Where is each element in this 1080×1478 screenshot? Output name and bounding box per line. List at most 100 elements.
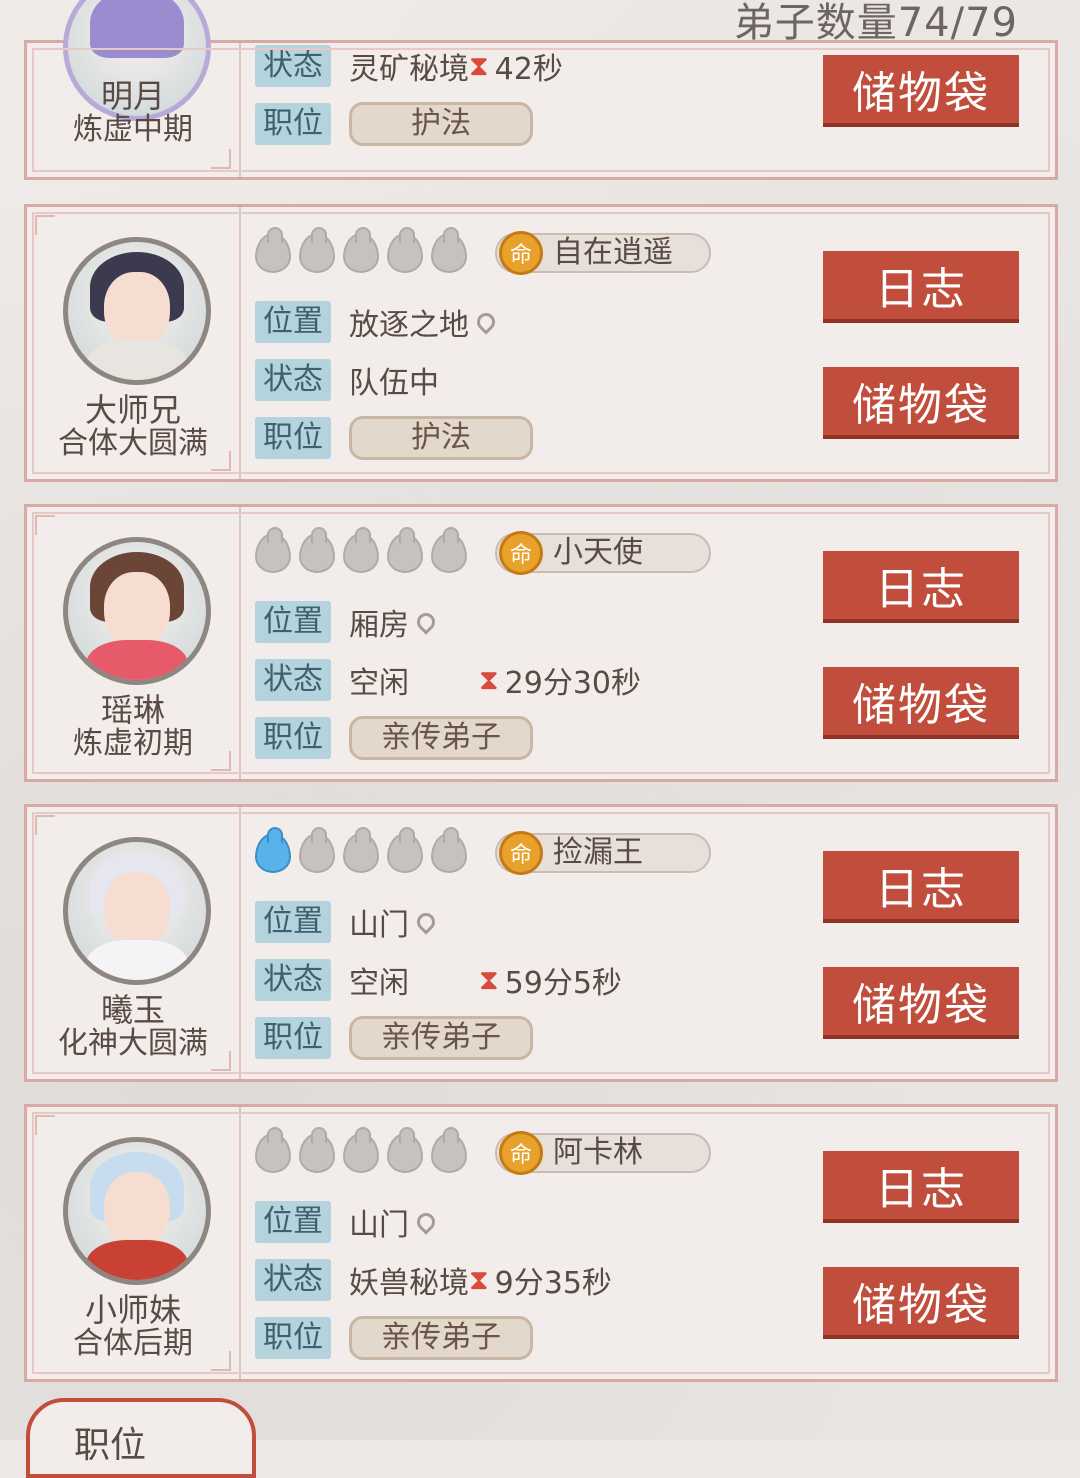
status-tag: 状态 [255,959,331,1001]
status-timer: 9分35秒 [494,1266,612,1301]
disciple-card[interactable]: 瑶琳 炼虚初期 命 小天使 位置 厢房 状态 空闲 ⧗ 29分30秒 职位 亲传… [24,504,1058,782]
spirit-orb-icon [299,1127,335,1173]
location-value[interactable]: 山门 [349,900,439,944]
spirit-orb-icon [343,227,379,273]
disciple-name: 瑶琳 [100,691,165,729]
avatar[interactable] [63,1137,211,1285]
status-row: 状态 灵矿秘境 ⧗ 42秒 [255,43,563,89]
disciple-portrait-panel: 明月 炼虚中期 [27,0,241,177]
status-value: 妖兽秘境 ⧗ 9分35秒 [349,1258,612,1302]
role-tag: 职位 [255,717,331,759]
disciple-name: 小师妹 [84,1291,181,1329]
status-tag: 状态 [255,659,331,701]
spirit-orbs [255,1127,467,1173]
avatar-face [104,572,170,648]
fate-icon: 命 [499,531,543,575]
role-row: 职位 亲传弟子 [255,1015,533,1061]
log-button[interactable]: 日志 [823,1151,1019,1223]
status-text: 灵矿秘境 [349,52,469,87]
fate-trait-badge[interactable]: 命 自在逍遥 [495,231,711,275]
role-row: 职位 护法 [255,415,533,461]
disciple-name: 大师兄 [84,391,181,429]
disciple-realm: 合体大圆满 [58,426,208,461]
spirit-orbs [255,227,467,273]
role-button[interactable]: 护法 [349,102,533,146]
role-button[interactable]: 护法 [349,416,533,460]
location-pin-icon [413,609,439,635]
role-tag: 职位 [255,1317,331,1359]
avatar-hair [90,0,184,58]
avatar-robe [86,340,188,380]
role-button[interactable]: 亲传弟子 [349,1016,533,1060]
location-value[interactable]: 放逐之地 [349,300,499,344]
spirit-orbs [255,827,467,873]
location-text: 山门 [349,908,409,943]
role-sort-tab[interactable]: 职位 [26,1398,256,1478]
role-tag: 职位 [255,103,331,145]
location-row: 位置 厢房 [255,599,439,645]
role-button[interactable]: 亲传弟子 [349,716,533,760]
disciple-realm: 化神大圆满 [58,1026,208,1061]
fate-trait-text: 小天使 [553,535,643,570]
fate-trait-badge[interactable]: 命 小天使 [495,531,711,575]
log-button[interactable]: 日志 [823,851,1019,923]
spirit-orb-icon [255,1127,291,1173]
avatar-robe [86,1240,188,1280]
fate-trait-badge[interactable]: 命 捡漏王 [495,831,711,875]
spirit-orb-icon [431,827,467,873]
location-text: 放逐之地 [349,308,469,343]
avatar[interactable] [63,537,211,685]
fate-trait-text: 捡漏王 [553,835,643,870]
location-value[interactable]: 山门 [349,1200,439,1244]
disciple-card[interactable]: 小师妹 合体后期 命 阿卡林 位置 山门 状态 妖兽秘境 ⧗ 9分35秒 职位 … [24,1104,1058,1382]
fate-icon: 命 [499,231,543,275]
location-pin-icon [413,1209,439,1235]
corner-ornament [35,1115,55,1135]
spirit-orb-icon [255,227,291,273]
status-row: 状态 空闲 ⧗ 59分5秒 [255,957,622,1003]
disciple-realm: 炼虚初期 [73,726,193,761]
status-row: 状态 队伍中 [255,357,439,403]
disciple-card[interactable]: 明月 炼虚中期 状态 灵矿秘境 ⧗ 42秒 职位 护法 储物袋 [24,0,1058,180]
storage-bag-button[interactable]: 储物袋 [823,1267,1019,1339]
fate-icon: 命 [499,831,543,875]
storage-bag-button[interactable]: 储物袋 [823,967,1019,1039]
location-tag: 位置 [255,601,331,643]
spirit-orbs [255,527,467,573]
avatar-robe [86,640,188,680]
location-row: 位置 山门 [255,899,439,945]
disciple-card[interactable]: 曦玉 化神大圆满 命 捡漏王 位置 山门 状态 空闲 ⧗ 59分5秒 职位 亲传… [24,804,1058,1082]
status-timer: 59分5秒 [504,966,622,1001]
status-text: 空闲 [349,666,409,701]
avatar[interactable] [63,237,211,385]
status-row: 状态 妖兽秘境 ⧗ 9分35秒 [255,1257,612,1303]
hourglass-icon: ⧗ [469,49,489,82]
role-row: 职位 亲传弟子 [255,1315,533,1361]
storage-bag-button[interactable]: 储物袋 [823,55,1019,127]
status-text: 妖兽秘境 [349,1266,469,1301]
status-timer: 42秒 [494,52,563,87]
role-tag: 职位 [255,1017,331,1059]
status-tag: 状态 [255,1259,331,1301]
avatar[interactable] [63,837,211,985]
disciple-name: 明月 [100,77,165,115]
fate-trait-badge[interactable]: 命 阿卡林 [495,1131,711,1175]
spirit-orb-icon [255,527,291,573]
location-value[interactable]: 厢房 [349,600,439,644]
spirit-orb-icon [387,227,423,273]
disciple-realm: 炼虚中期 [73,112,193,147]
storage-bag-button[interactable]: 储物袋 [823,667,1019,739]
spirit-orb-icon [387,1127,423,1173]
log-button[interactable]: 日志 [823,551,1019,623]
disciple-card[interactable]: 大师兄 合体大圆满 命 自在逍遥 位置 放逐之地 状态 队伍中 职位 护法 日志… [24,204,1058,482]
status-timer: 29分30秒 [504,666,642,701]
disciple-portrait-panel: 小师妹 合体后期 [27,1107,241,1379]
disciple-portrait-panel: 大师兄 合体大圆满 [27,207,241,479]
location-text: 山门 [349,1208,409,1243]
storage-bag-button[interactable]: 储物袋 [823,367,1019,439]
status-tag: 状态 [255,359,331,401]
status-row: 状态 空闲 ⧗ 29分30秒 [255,657,641,703]
role-button[interactable]: 亲传弟子 [349,1316,533,1360]
spirit-orb-icon [299,227,335,273]
log-button[interactable]: 日志 [823,251,1019,323]
